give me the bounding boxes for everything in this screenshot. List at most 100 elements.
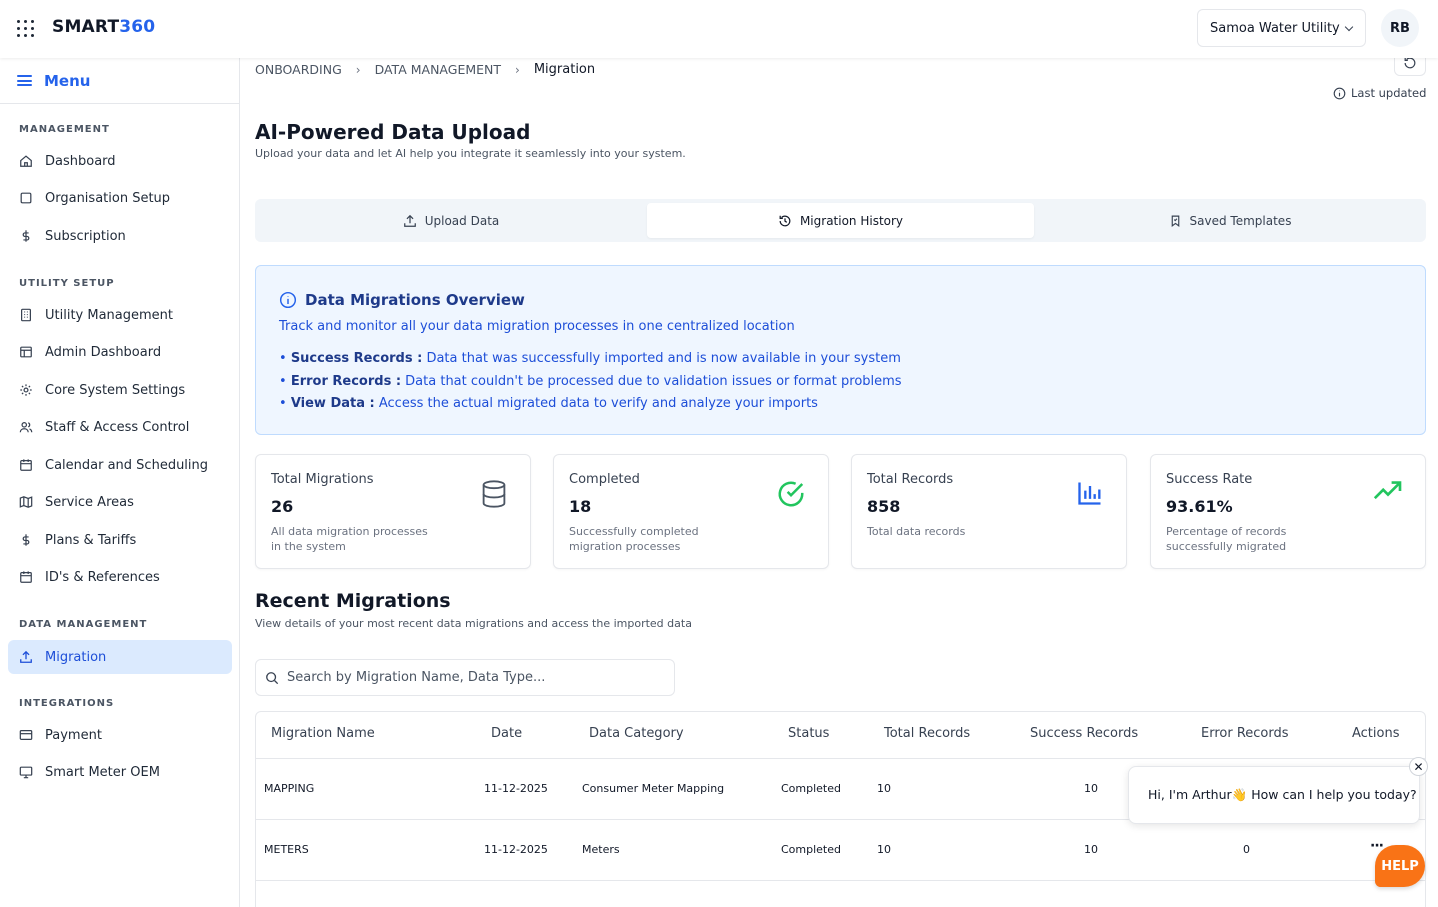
- cell-category: Consumer Meter Mapping: [582, 782, 725, 795]
- organization-select[interactable]: Samoa Water Utility: [1197, 9, 1366, 47]
- users-icon: [19, 422, 33, 433]
- map-icon: [19, 496, 33, 508]
- chat-close-button[interactable]: ✕: [1409, 757, 1428, 776]
- overview-title-text: Data Migrations Overview: [305, 291, 525, 309]
- upload-icon: [20, 650, 32, 663]
- organization-name: Samoa Water Utility: [1210, 20, 1340, 36]
- chat-bubble[interactable]: Hi, I'm Arthur👋 How can I help you today…: [1128, 766, 1420, 824]
- bar-chart-icon: [1078, 482, 1101, 505]
- stat-card-total-migrations: Total Migrations 26 All data migration p…: [255, 454, 531, 569]
- stat-description: Successfully completed migration process…: [569, 525, 699, 553]
- breadcrumb-onboarding[interactable]: ONBOARDING: [255, 62, 342, 77]
- section-integrations: INTEGRATIONS: [19, 698, 115, 709]
- sidebar-item-label: Migration: [45, 649, 107, 665]
- sidebar-item-admin-dashboard[interactable]: Admin Dashboard: [8, 335, 232, 369]
- sidebar-item-payment[interactable]: Payment: [8, 718, 232, 752]
- stat-card-total-records: Total Records 858 Total data records: [851, 454, 1127, 569]
- stat-title: Completed: [569, 472, 640, 487]
- sidebar-item-plans-tariffs[interactable]: Plans & Tariffs: [8, 523, 232, 557]
- cell-name: MAPPING: [264, 782, 315, 795]
- divider: [256, 758, 1425, 759]
- tab-saved-templates[interactable]: Saved Templates: [1038, 203, 1422, 238]
- tab-migration-history[interactable]: Migration History: [647, 203, 1034, 238]
- sidebar-item-ids-references[interactable]: ID's & References: [8, 560, 232, 594]
- bookmark-icon: [1171, 215, 1179, 227]
- cell-name: METERS: [264, 843, 309, 856]
- stat-value: 858: [867, 497, 901, 516]
- layout-icon: [20, 346, 32, 358]
- stat-value: 18: [569, 497, 592, 516]
- stat-card-success-rate: Success Rate 93.61% Percentage of record…: [1150, 454, 1426, 569]
- chevron-down-icon: [1344, 22, 1353, 31]
- hamburger-icon: [17, 75, 32, 86]
- sidebar-item-migration[interactable]: Migration: [8, 640, 232, 674]
- app-logo[interactable]: SMART360: [52, 17, 155, 37]
- search-input[interactable]: [287, 670, 667, 685]
- check-circle-icon: [778, 481, 804, 507]
- cell-status: Completed: [781, 782, 841, 795]
- cell-success: 10: [1084, 843, 1098, 856]
- sidebar-item-smart-meter-oem[interactable]: Smart Meter OEM: [8, 755, 232, 789]
- tab-label: Upload Data: [424, 213, 500, 228]
- search-box: [255, 659, 675, 696]
- sidebar-item-label: Plans & Tariffs: [45, 532, 137, 548]
- sidebar-item-label: Smart Meter OEM: [45, 764, 160, 780]
- section-management: MANAGEMENT: [19, 124, 110, 135]
- column-header-migration-name[interactable]: Migration Name: [271, 726, 375, 741]
- sidebar-item-service-areas[interactable]: Service Areas: [8, 485, 232, 519]
- overview-subtitle: Track and monitor all your data migratio…: [279, 319, 795, 334]
- home-icon: [20, 155, 32, 167]
- column-header-date[interactable]: Date: [491, 726, 522, 741]
- column-header-status[interactable]: Status: [788, 726, 829, 741]
- sidebar-item-label: Dashboard: [45, 153, 116, 169]
- help-button[interactable]: HELP: [1375, 845, 1425, 887]
- divider: [256, 880, 1425, 881]
- sidebar-item-calendar-scheduling[interactable]: Calendar and Scheduling: [8, 448, 232, 482]
- info-icon: [1333, 87, 1346, 99]
- sidebar-item-dashboard[interactable]: Dashboard: [8, 144, 232, 178]
- sidebar-item-label: Payment: [45, 727, 102, 743]
- stat-title: Total Migrations: [271, 472, 374, 487]
- sidebar-item-organisation-setup[interactable]: Organisation Setup: [8, 181, 232, 215]
- breadcrumb: ONBOARDING › DATA MANAGEMENT › Migration: [255, 62, 595, 77]
- last-updated-label: Last updated: [1351, 86, 1427, 100]
- column-header-total-records[interactable]: Total Records: [884, 726, 970, 741]
- stat-description: Total data records: [867, 525, 966, 538]
- cell-error: 0: [1243, 843, 1250, 856]
- recent-migrations-title: Recent Migrations: [255, 590, 451, 612]
- menu-toggle[interactable]: Menu: [0, 58, 239, 104]
- stat-title: Success Rate: [1166, 472, 1253, 487]
- overview-item-success: • Success Records : Data that was succes…: [279, 351, 901, 366]
- cell-total: 10: [877, 843, 891, 856]
- tab-label: Saved Templates: [1189, 213, 1292, 228]
- user-avatar[interactable]: RB: [1381, 9, 1419, 47]
- last-updated: Last updated: [1333, 86, 1426, 100]
- column-header-actions: Actions: [1352, 726, 1400, 741]
- chevron-right-icon: ›: [355, 62, 361, 77]
- sidebar-item-label: Calendar and Scheduling: [45, 457, 209, 473]
- column-header-error-records[interactable]: Error Records: [1201, 726, 1289, 741]
- cell-date: 11-12-2025: [484, 782, 548, 795]
- tab-upload-data[interactable]: Upload Data: [259, 203, 643, 238]
- recent-migrations-subtitle: View details of your most recent data mi…: [255, 617, 692, 630]
- column-header-success-records[interactable]: Success Records: [1030, 726, 1138, 741]
- column-header-data-category[interactable]: Data Category: [589, 726, 684, 741]
- cell-category: Meters: [582, 843, 620, 856]
- tab-bar: Upload Data Migration History Saved Temp…: [255, 199, 1426, 242]
- stat-value: 93.61%: [1166, 497, 1233, 516]
- credit-card-icon: [19, 730, 33, 740]
- sidebar-item-label: Core System Settings: [45, 382, 186, 398]
- sidebar-item-utility-management[interactable]: Utility Management: [8, 298, 232, 332]
- search-icon: [266, 671, 279, 684]
- sidebar-item-core-system-settings[interactable]: Core System Settings: [8, 373, 232, 407]
- sidebar-item-staff-access-control[interactable]: Staff & Access Control: [8, 410, 232, 444]
- breadcrumb-data-management[interactable]: DATA MANAGEMENT: [375, 62, 501, 77]
- sidebar-item-label: Utility Management: [45, 307, 174, 323]
- breadcrumb-current: Migration: [533, 62, 596, 77]
- history-icon: [779, 215, 791, 226]
- database-icon: [482, 480, 506, 508]
- apps-grid-icon[interactable]: [17, 20, 34, 37]
- stat-description: Percentage of records successfully migra…: [1166, 525, 1287, 553]
- upload-icon: [403, 214, 416, 227]
- sidebar-item-subscription[interactable]: Subscription: [8, 219, 232, 253]
